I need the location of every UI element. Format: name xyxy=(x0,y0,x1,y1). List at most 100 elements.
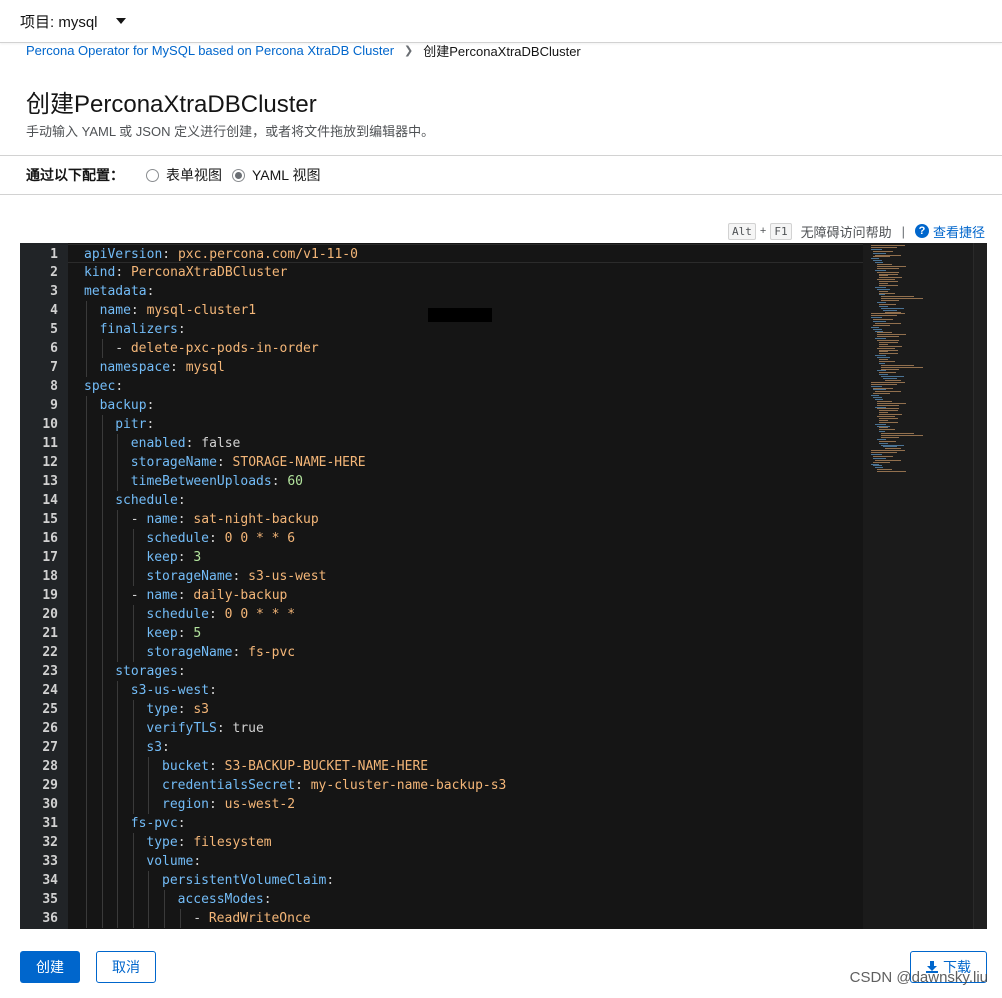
view-shortcuts-link[interactable]: ? 查看捷径 xyxy=(914,222,985,241)
minimap-line xyxy=(879,277,902,279)
code-line[interactable]: 27 s3: xyxy=(42,738,863,757)
code-text: type: filesystem xyxy=(146,835,272,850)
minimap-line xyxy=(871,258,879,260)
line-number: 30 xyxy=(42,797,58,812)
code-line[interactable]: 17 keep: 3 xyxy=(42,548,863,567)
line-number: 25 xyxy=(42,702,58,717)
code-line[interactable]: 30 region: us-west-2 xyxy=(42,795,863,814)
minimap-line xyxy=(875,269,887,271)
line-number: 26 xyxy=(42,721,58,736)
form-view-radio[interactable]: 表单视图 xyxy=(146,165,222,185)
minimap-line xyxy=(879,273,899,275)
code-line[interactable]: 32 type: filesystem xyxy=(42,833,863,852)
f1-key: F1 xyxy=(770,222,792,240)
editor-scrollbar[interactable] xyxy=(973,243,987,929)
code-line[interactable]: 13 timeBetweenUploads: 60 xyxy=(42,472,863,491)
minimap-line xyxy=(881,307,904,309)
create-button[interactable]: 创建 xyxy=(20,951,80,983)
project-selector[interactable]: 项目: mysql xyxy=(20,10,126,32)
minimap-line xyxy=(873,461,890,463)
breadcrumb-parent-link[interactable]: Percona Operator for MySQL based on Perc… xyxy=(26,43,394,58)
code-line[interactable]: 34 persistentVolumeClaim: xyxy=(42,871,863,890)
code-line[interactable]: 12 storageName: STORAGE-NAME-HERE xyxy=(42,453,863,472)
minimap-line xyxy=(875,459,901,461)
minimap-line xyxy=(875,330,883,332)
minimap-line xyxy=(873,252,886,254)
code-line[interactable]: 36 - ReadWriteOnce xyxy=(42,909,863,928)
code-line[interactable]: 16 schedule: 0 0 * * 6 xyxy=(42,529,863,548)
code-line[interactable]: 29 credentialsSecret: my-cluster-name-bac… xyxy=(42,776,863,795)
yaml-view-radio[interactable]: YAML 视图 xyxy=(232,165,320,185)
minimap-line xyxy=(879,275,888,277)
minimap-line xyxy=(873,455,894,457)
code-line[interactable]: 5 finalizers: xyxy=(50,320,863,339)
code-line[interactable]: 20 schedule: 0 0 * * * xyxy=(42,605,863,624)
minimap-line xyxy=(875,338,887,340)
minimap-line xyxy=(877,370,887,372)
code-line[interactable]: 8 spec: xyxy=(50,377,863,396)
code-line[interactable]: 7 namespace: mysql xyxy=(50,358,863,377)
minimap-line xyxy=(877,288,890,290)
minimap-line xyxy=(873,457,886,459)
question-circle-icon: ? xyxy=(914,224,929,238)
minimap-line xyxy=(875,423,887,425)
editor-minimap[interactable] xyxy=(863,243,987,929)
form-view-label: 表单视图 xyxy=(166,167,222,183)
code-line[interactable]: 11 enabled: false xyxy=(42,434,863,453)
code-line[interactable]: 31 fs-pvc: xyxy=(42,814,863,833)
minimap-line xyxy=(871,313,905,315)
code-line[interactable]: 26 verifyTLS: true xyxy=(42,719,863,738)
code-line[interactable]: 24 s3-us-west: xyxy=(42,681,863,700)
code-text: apiVersion: pxc.percona.com/v1-11-0 xyxy=(84,247,358,262)
minimap-line xyxy=(871,385,883,387)
code-line[interactable]: 14 schedule: xyxy=(42,491,863,510)
code-line[interactable]: 18 storageName: s3-us-west xyxy=(42,567,863,586)
line-number: 15 xyxy=(42,512,58,527)
line-number: 23 xyxy=(42,664,58,679)
minimap-line xyxy=(879,294,885,296)
code-line[interactable]: 10 pitr: xyxy=(42,415,863,434)
minimap-line xyxy=(879,440,896,442)
minimap-line xyxy=(877,400,892,402)
line-number: 8 xyxy=(50,379,58,394)
minimap-line xyxy=(875,467,883,469)
radio-button-checked-icon[interactable] xyxy=(232,168,245,182)
code-text: storageName: fs-pvc xyxy=(146,645,296,660)
code-line[interactable]: 22 storageName: fs-pvc xyxy=(42,643,863,662)
code-line[interactable]: 25 type: s3 xyxy=(42,700,863,719)
line-number: 32 xyxy=(42,835,58,850)
code-line[interactable]: 21 keep: 5 xyxy=(42,624,863,643)
minimap-line xyxy=(879,419,888,421)
code-line[interactable]: 23 storages: xyxy=(42,662,863,681)
indent-guide xyxy=(148,871,150,928)
code-text: kind: PerconaXtraDBCluster xyxy=(84,265,288,280)
code-text: credentialsSecret: my-cluster-name-backu… xyxy=(162,778,507,793)
code-line[interactable]: 35 accessModes: xyxy=(42,890,863,909)
code-line[interactable]: 1 apiVersion: pxc.percona.com/v1-11-0 xyxy=(50,244,863,263)
minimap-line xyxy=(879,343,888,345)
code-line[interactable]: 9 backup: xyxy=(50,396,863,415)
minimap-line xyxy=(877,334,907,336)
code-text: storageName: STORAGE-NAME-HERE xyxy=(130,455,366,470)
code-line[interactable]: 6 - delete-pxc-pods-in-order xyxy=(50,339,863,358)
minimap-line xyxy=(873,321,886,322)
line-number: 12 xyxy=(42,455,58,470)
minimap-line xyxy=(879,410,899,412)
line-number: 31 xyxy=(42,816,58,831)
minimap-line xyxy=(881,435,923,436)
code-text: schedule: 0 0 * * * xyxy=(146,607,296,622)
code-area[interactable]: 1 apiVersion: pxc.percona.com/v1-11-0 2 kin… xyxy=(42,243,863,929)
minimap-line xyxy=(879,303,896,305)
code-line[interactable]: 19 - name: daily-backup xyxy=(42,586,863,605)
caret-down-icon xyxy=(115,18,126,24)
radio-button-icon[interactable] xyxy=(146,168,159,182)
yaml-editor[interactable]: 1 apiVersion: pxc.percona.com/v1-11-0 2 kin… xyxy=(20,243,987,929)
minimap-line xyxy=(879,292,895,294)
code-line[interactable]: 15 - name: sat-night-backup xyxy=(42,510,863,529)
minimap-line xyxy=(881,436,899,438)
code-line[interactable]: 28 bucket: S3-BACKUP-BUCKET-NAME-HERE xyxy=(42,757,863,776)
cancel-button[interactable]: 取消 xyxy=(96,951,156,983)
code-line[interactable]: 3 metadata: xyxy=(50,282,863,301)
code-line[interactable]: 33 volume: xyxy=(42,852,863,871)
code-line[interactable]: 2 kind: PerconaXtraDBCluster xyxy=(50,263,863,282)
